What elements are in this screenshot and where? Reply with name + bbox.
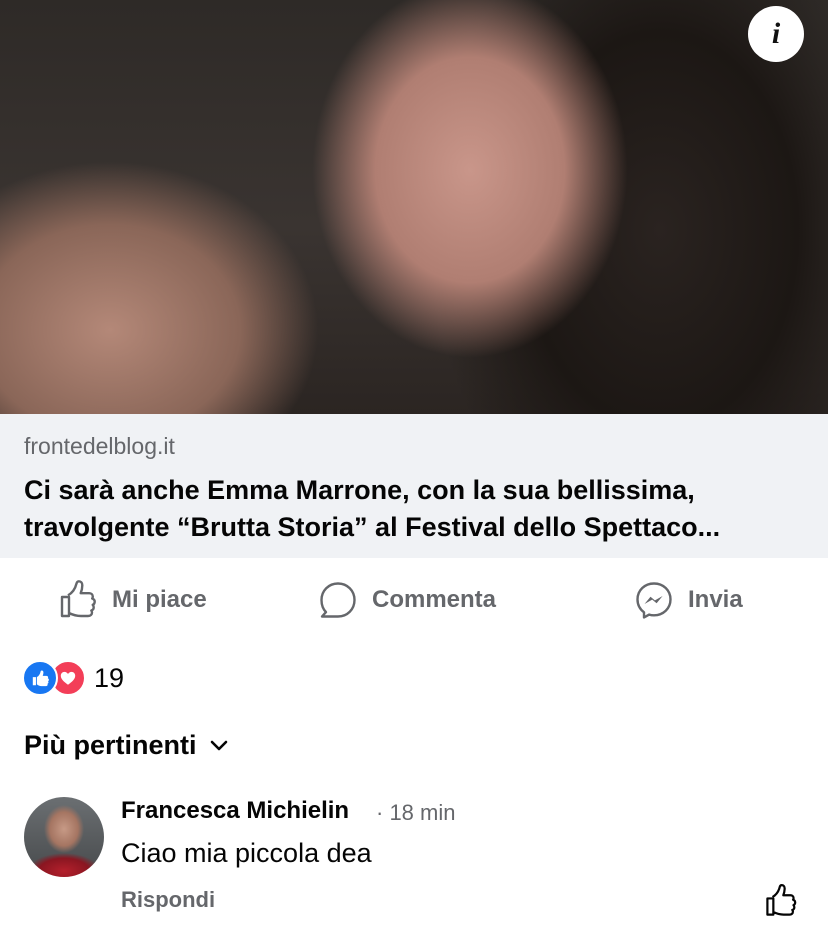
- headline-line-2: travolgente “Brutta Storia” al Festival …: [24, 512, 721, 542]
- messenger-icon: [636, 582, 672, 619]
- comment-icon: [320, 582, 356, 618]
- sort-label: Più pertinenti: [24, 730, 197, 760]
- comment-text: Ciao mia piccola dea: [121, 838, 372, 868]
- reaction-count: 19: [94, 662, 125, 693]
- chevron-down-icon: [210, 740, 227, 750]
- like-button[interactable]: Mi piace: [58, 580, 207, 620]
- like-reaction-icon: [22, 660, 58, 696]
- reply-button[interactable]: Rispondi: [121, 887, 215, 913]
- send-label: Invia: [688, 586, 743, 613]
- comment-button[interactable]: Commenta: [318, 580, 496, 620]
- comment-label: Commenta: [372, 586, 497, 613]
- info-icon[interactable]: i: [748, 6, 804, 62]
- link-domain: frontedelblog.it: [24, 433, 175, 459]
- comment-like-button[interactable]: [764, 884, 798, 923]
- thumbs-up-icon: [60, 580, 96, 618]
- send-button[interactable]: Invia: [634, 580, 743, 620]
- thumbs-up-icon: [766, 884, 797, 916]
- link-headline[interactable]: Ci sarà anche Emma Marrone, con la sua b…: [24, 472, 814, 546]
- like-label: Mi piace: [112, 586, 207, 613]
- comment-sort-dropdown[interactable]: Più pertinenti: [24, 730, 229, 761]
- avatar[interactable]: [24, 797, 104, 877]
- post-image[interactable]: i: [0, 0, 828, 414]
- comment-timestamp: · 18 min: [376, 800, 456, 825]
- headline-line-1: Ci sarà anche Emma Marrone, con la sua b…: [24, 475, 695, 505]
- action-bar: Mi piace Commenta Invia: [0, 560, 828, 640]
- reactions-summary[interactable]: 19: [22, 660, 124, 696]
- comment-author[interactable]: Francesca Michielin: [121, 797, 349, 825]
